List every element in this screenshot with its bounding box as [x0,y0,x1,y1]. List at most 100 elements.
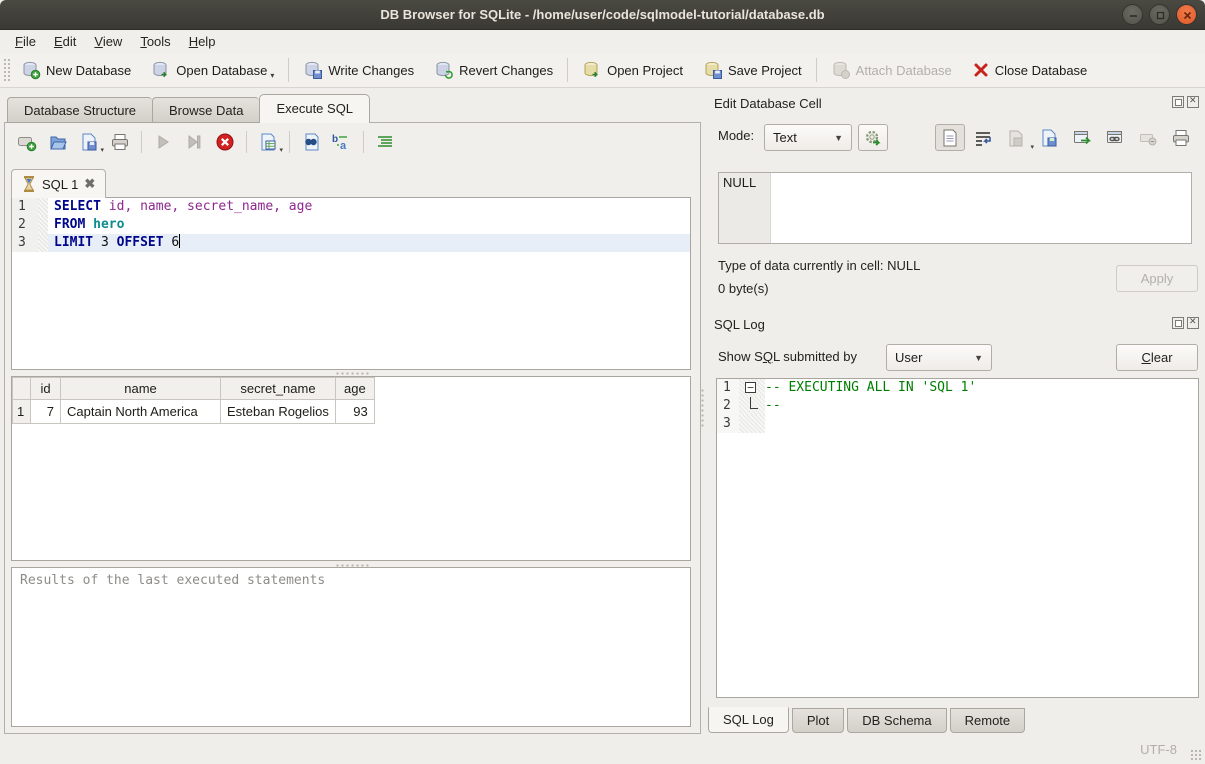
save-sql-dropdown-icon[interactable]: ▾ [100,146,104,154]
export-cell-data-button[interactable] [1034,124,1064,151]
results-header-row: id name secret_name age [13,378,375,400]
log-filter-select[interactable]: User ▼ [886,344,992,371]
import-icon [1006,128,1026,148]
toolbar-separator [816,58,817,82]
cell-size-info: 0 byte(s) [718,281,769,296]
table-row[interactable]: 1 7 Captain North America Esteban Rogeli… [13,400,375,424]
cell-value-editor[interactable]: NULL [718,172,1192,244]
close-database-button[interactable]: Close Database [962,55,1098,85]
sql-document-tab[interactable]: SQL 1 ✖ [11,169,106,198]
open-in-external-button[interactable] [1067,124,1097,151]
column-header-id[interactable]: id [31,378,61,400]
cell-id[interactable]: 7 [31,400,61,424]
clear-log-button[interactable]: Clear [1116,344,1198,371]
menu-view[interactable]: View [85,30,131,53]
main-tab-bar: Database Structure Browse Data Execute S… [7,94,370,123]
print-icon [1171,128,1191,148]
dock-tab-db-schema[interactable]: DB Schema [847,708,946,733]
encoding-indicator[interactable]: UTF-8 [1140,742,1177,757]
word-wrap-button[interactable] [968,124,998,151]
play-icon [153,132,173,152]
save-results-button[interactable]: ▾ [256,130,280,154]
close-button[interactable] [1176,4,1197,25]
close-panel-icon[interactable] [1187,96,1199,108]
log-line: 1 − -- EXECUTING ALL IN 'SQL 1' [717,379,1198,397]
float-panel-icon[interactable] [1172,96,1184,108]
open-in-window-icon [1072,128,1092,148]
open-database-dropdown-icon[interactable]: ▾ [270,71,274,80]
dock-tab-remote[interactable]: Remote [950,708,1026,733]
title-bar[interactable]: DB Browser for SQLite - /home/user/code/… [0,0,1205,30]
cell-name[interactable]: Captain North America [61,400,221,424]
menu-help[interactable]: Help [180,30,225,53]
text-mode-button[interactable] [935,124,965,151]
log-line: 2 -- [717,397,1198,415]
dock-tab-plot[interactable]: Plot [792,708,844,733]
results-grid[interactable]: id name secret_name age 1 7 Captain Nort… [11,376,691,561]
new-database-button[interactable]: New Database [11,55,141,85]
edit-cell-panel-title: Edit Database Cell [714,96,822,111]
stop-execution-button[interactable] [213,130,237,154]
text-cursor [179,234,180,248]
mode-select[interactable]: Text ▼ [764,124,852,151]
save-sql-file-button[interactable]: ▾ [77,130,101,154]
auto-mode-button[interactable] [858,124,888,151]
tab-execute-sql[interactable]: Execute SQL [259,94,370,123]
cell-secret-name[interactable]: Esteban Rogelios [221,400,336,424]
fold-collapse-icon[interactable]: − [745,382,756,393]
save-results-dropdown-icon[interactable]: ▾ [279,146,283,154]
left-pane: Database Structure Browse Data Execute S… [0,88,706,737]
close-panel-icon[interactable] [1187,317,1199,329]
column-header-name[interactable]: name [61,378,221,400]
row-number[interactable]: 1 [13,400,31,424]
column-header-age[interactable]: age [336,378,375,400]
sql-toolbar-separator [289,131,290,153]
save-project-button[interactable]: Save Project [693,55,812,85]
copy-link-button[interactable] [1100,124,1130,151]
play-to-end-icon [184,132,204,152]
sql-code-editor[interactable]: 1 SELECT id, name, secret_name, age 2 FR… [11,197,691,370]
resize-grip[interactable] [1190,749,1202,761]
code-line-current: 3 LIMIT 3 OFFSET 6 [12,234,690,252]
menu-bar: File Edit View Tools Help [0,30,1205,53]
open-database-button[interactable]: Open Database ▾ [141,55,284,85]
window-title: DB Browser for SQLite - /home/user/code/… [0,0,1205,29]
close-icon [1181,9,1194,22]
dock-tab-sql-log[interactable]: SQL Log [708,707,789,733]
word-wrap-icon [973,128,993,148]
revert-changes-button[interactable]: Revert Changes [424,55,563,85]
column-header-secret-name[interactable]: secret_name [221,378,336,400]
close-sql-tab-icon[interactable]: ✖ [84,176,95,192]
close-database-icon [972,61,990,79]
print-cell-button[interactable] [1166,124,1196,151]
menu-file[interactable]: File [6,30,45,53]
tab-database-structure[interactable]: Database Structure [7,97,152,123]
sql-log-view[interactable]: 1 − -- EXECUTING ALL IN 'SQL 1' 2 -- 3 [716,378,1199,698]
tab-browse-data[interactable]: Browse Data [152,97,259,123]
write-changes-button[interactable]: Write Changes [293,55,424,85]
new-sql-tab-button[interactable] [15,130,39,154]
app-window: DB Browser for SQLite - /home/user/code/… [0,0,1205,764]
export-icon [1039,128,1059,148]
toolbar-drag-handle[interactable] [3,58,11,82]
float-panel-icon[interactable] [1172,317,1184,329]
cell-age[interactable]: 93 [336,400,375,424]
main-content: Database Structure Browse Data Execute S… [0,88,1205,737]
minimize-button[interactable] [1122,4,1143,25]
open-project-button[interactable]: Open Project [572,55,693,85]
replace-button[interactable]: ba [330,130,354,154]
find-icon [301,132,321,152]
maximize-button[interactable] [1149,4,1170,25]
corner-header[interactable] [13,378,31,400]
find-button[interactable] [299,130,323,154]
menu-tools[interactable]: Tools [131,30,179,53]
open-file-icon [48,132,68,152]
open-sql-file-button[interactable] [46,130,70,154]
format-sql-button[interactable] [373,130,397,154]
cell-null-label: NULL [719,173,771,243]
print-sql-button[interactable] [108,130,132,154]
stop-icon [215,132,235,152]
menu-edit[interactable]: Edit [45,30,85,53]
toolbar-separator [288,58,289,82]
execution-message-pane[interactable]: Results of the last executed statements [11,567,691,727]
